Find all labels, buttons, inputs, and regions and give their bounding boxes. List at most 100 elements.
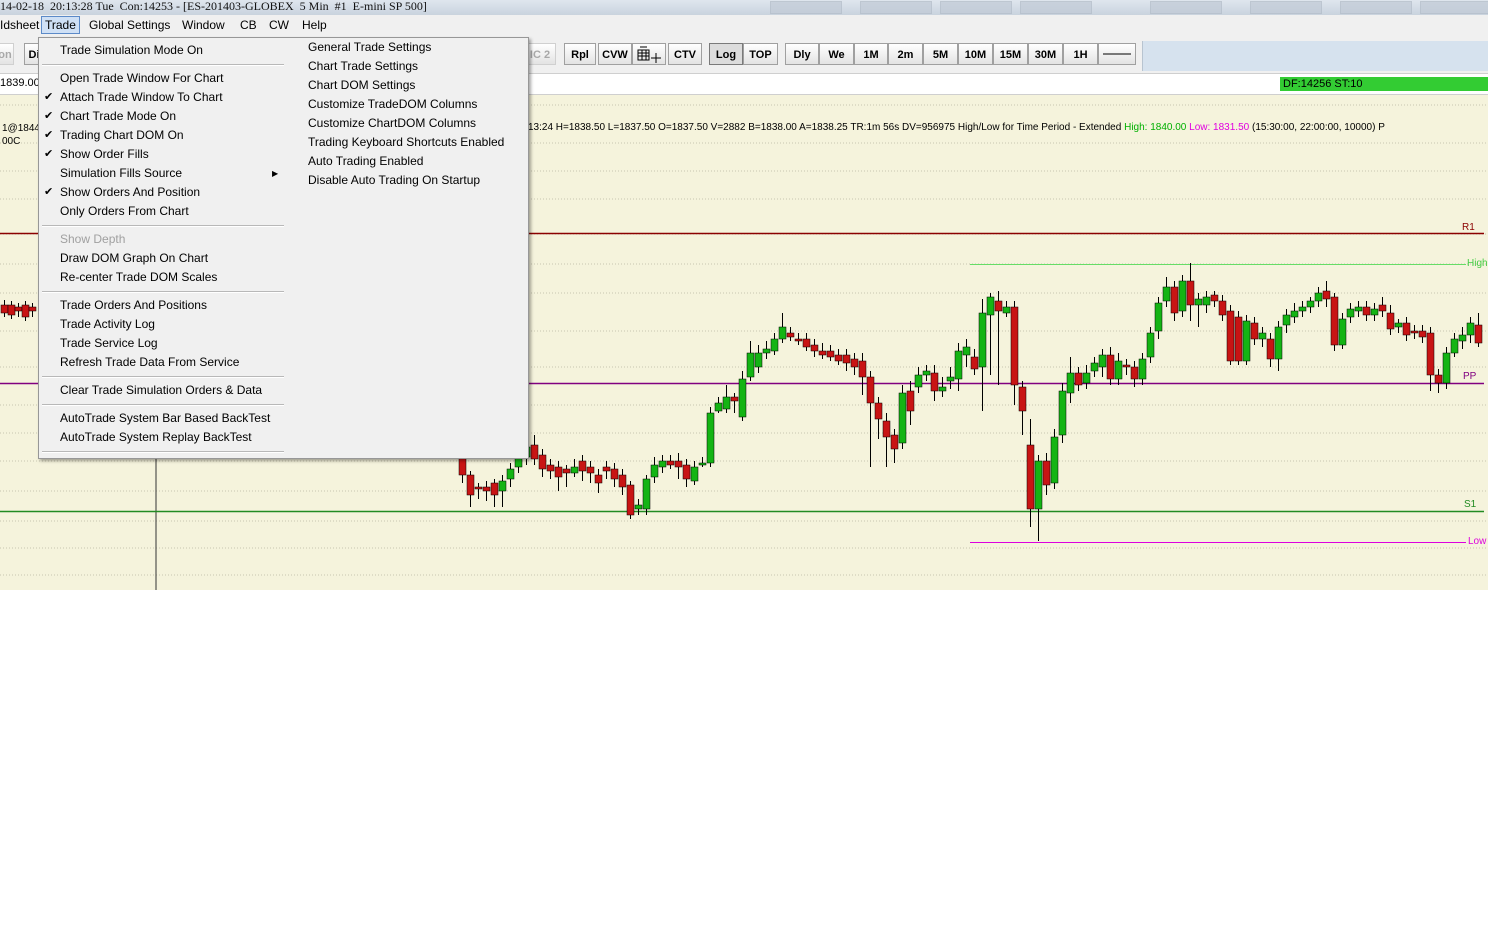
- candle-body: [978, 312, 987, 368]
- candle-body: [658, 460, 667, 468]
- menu-item-label: Chart Trade Settings: [308, 59, 419, 73]
- toolbar-button-dly[interactable]: Dly: [785, 43, 819, 65]
- menu-trade[interactable]: Trade: [41, 16, 80, 34]
- candle-body: [706, 412, 715, 464]
- menu-window[interactable]: Window: [178, 17, 229, 33]
- menu-item-autotrade-system-bar-based-backtest[interactable]: AutoTrade System Bar Based BackTest: [39, 409, 287, 428]
- taskbar-item: [1340, 1, 1412, 14]
- toolbar-button-on[interactable]: on: [0, 43, 14, 65]
- menu-item-clear-trade-simulation-orders-data[interactable]: Clear Trade Simulation Orders & Data: [39, 381, 287, 400]
- candle-body: [1418, 330, 1427, 338]
- toolbar-button-cvw[interactable]: CVW: [598, 43, 632, 65]
- menu-item-show-order-fills[interactable]: ✔ Show Order Fills: [39, 145, 287, 164]
- candle-body: [754, 352, 763, 368]
- candle-body: [28, 306, 37, 312]
- toolbar-button-1h[interactable]: 1H: [1063, 43, 1098, 65]
- menu-item-draw-dom-graph-on-chart[interactable]: Draw DOM Graph On Chart: [39, 249, 287, 268]
- menu-item-customize-chartdom-columns[interactable]: Customize ChartDOM Columns: [287, 114, 517, 133]
- candle-body: [7, 304, 16, 316]
- horizontal-line-tool-icon[interactable]: [1098, 43, 1136, 65]
- menu-item-chart-trade-mode-on[interactable]: ✔ Chart Trade Mode On: [39, 107, 287, 126]
- menu-item-simulation-fills-source[interactable]: Simulation Fills Source ▶: [39, 164, 287, 183]
- toolbar-button-top[interactable]: TOP: [743, 43, 778, 65]
- menu-item-label: Trade Activity Log: [60, 317, 155, 331]
- toolbar-button-15m[interactable]: 15M: [993, 43, 1028, 65]
- menu-cb[interactable]: CB: [236, 17, 261, 33]
- menu-item-autotrade-system-replay-backtest[interactable]: AutoTrade System Replay BackTest: [39, 428, 287, 447]
- menu-item-show-orders-and-position[interactable]: ✔ Show Orders And Position: [39, 183, 287, 202]
- candle-body: [1386, 312, 1395, 330]
- candle-body: [874, 402, 883, 420]
- menu-item-re-center-trade-dom-scales[interactable]: Re-center Trade DOM Scales: [39, 268, 287, 287]
- menu-separator: [42, 225, 284, 227]
- menu-global-settings[interactable]: Global Settings: [85, 17, 174, 33]
- menu-item-trade-activity-log[interactable]: Trade Activity Log: [39, 315, 287, 334]
- menu-item-trading-chart-dom-on[interactable]: ✔ Trading Chart DOM On: [39, 126, 287, 145]
- menu-help[interactable]: Help: [298, 17, 331, 33]
- candle-body: [1298, 306, 1307, 312]
- candle-body: [778, 326, 787, 340]
- candle-body: [930, 372, 939, 392]
- candle-body: [826, 350, 835, 358]
- info-high: High: 1840.00: [1124, 122, 1187, 133]
- menu-item-label: Clear Trade Simulation Orders & Data: [60, 383, 263, 397]
- toolbar-button-ctv[interactable]: CTV: [668, 43, 702, 65]
- toolbar-button-10m[interactable]: 10M: [958, 43, 993, 65]
- menu-item-open-trade-window-for-chart[interactable]: Open Trade Window For Chart: [39, 69, 287, 88]
- candle-body: [554, 466, 563, 478]
- menu-item-chart-trade-settings[interactable]: Chart Trade Settings: [287, 57, 517, 76]
- menu-idsheet[interactable]: Idsheet: [0, 17, 43, 33]
- candle-body: [642, 478, 651, 510]
- menu-item-refresh-trade-data-from-service[interactable]: Refresh Trade Data From Service: [39, 353, 287, 372]
- candle-body: [1402, 322, 1411, 336]
- candle-body: [570, 466, 579, 474]
- toolbar-button-30m[interactable]: 30M: [1028, 43, 1063, 65]
- candle-body: [810, 344, 819, 352]
- candle-body: [1074, 372, 1083, 386]
- candle-body: [602, 466, 611, 472]
- candle-body: [714, 402, 723, 412]
- candle-body: [1178, 280, 1187, 312]
- candle-body: [1170, 286, 1179, 314]
- menu-item-general-trade-settings[interactable]: General Trade Settings: [287, 38, 517, 57]
- menu-item-label: Trade Service Log: [60, 336, 158, 350]
- candle-body: [1202, 296, 1211, 306]
- candle-body: [618, 474, 627, 488]
- menu-item-label: Customize ChartDOM Columns: [308, 116, 477, 130]
- candle-body: [882, 420, 891, 438]
- candle-body: [994, 300, 1003, 312]
- checkmark-icon: ✔: [44, 91, 54, 103]
- candle-body: [546, 464, 555, 472]
- toolbar-button-log[interactable]: Log: [709, 43, 743, 65]
- candle-body: [1266, 338, 1275, 360]
- menu-cw[interactable]: CW: [265, 17, 293, 33]
- toolbar-button-5m[interactable]: 5M: [923, 43, 958, 65]
- menu-separator: [42, 64, 284, 66]
- menu-item-chart-dom-settings[interactable]: Chart DOM Settings: [287, 76, 517, 95]
- toolbar-button-1m[interactable]: 1M: [854, 43, 888, 65]
- menu-item-trade-service-log[interactable]: Trade Service Log: [39, 334, 287, 353]
- menu-separator: [42, 451, 284, 453]
- bar-info-line: 13:24 H=1838.50 L=1837.50 O=1837.50 V=28…: [528, 122, 1385, 133]
- candle-body: [1210, 294, 1219, 302]
- menu-item-trading-keyboard-shortcuts-enabled[interactable]: Trading Keyboard Shortcuts Enabled: [287, 133, 517, 152]
- menu-item-show-depth[interactable]: Show Depth: [39, 230, 287, 249]
- menu-item-label: Attach Trade Window To Chart: [60, 90, 223, 104]
- menu-item-attach-trade-window-to-chart[interactable]: ✔ Attach Trade Window To Chart: [39, 88, 287, 107]
- menu-item-only-orders-from-chart[interactable]: Only Orders From Chart: [39, 202, 287, 221]
- toolbar-button-rpl[interactable]: Rpl: [564, 43, 596, 65]
- menu-item-auto-trading-enabled[interactable]: Auto Trading Enabled: [287, 152, 517, 171]
- calendar-crosshair-icon[interactable]: [632, 43, 666, 65]
- candle-body: [786, 332, 795, 338]
- menu-item-disable-auto-trading-on-startup[interactable]: Disable Auto Trading On Startup: [287, 171, 517, 190]
- candle-body: [594, 474, 603, 484]
- taskbar-item: [940, 1, 1012, 14]
- menu-item-trade-simulation-mode-on[interactable]: Trade Simulation Mode On: [39, 41, 287, 60]
- toolbar-button-2m[interactable]: 2m: [888, 43, 923, 65]
- toolbar-button-we[interactable]: We: [819, 43, 854, 65]
- menu-item-trade-orders-and-positions[interactable]: Trade Orders And Positions: [39, 296, 287, 315]
- menu-item-customize-tradedom-columns[interactable]: Customize TradeDOM Columns: [287, 95, 517, 114]
- high-label: High: [1467, 258, 1488, 269]
- candle-body: [626, 484, 635, 516]
- checkmark-icon: ✔: [44, 129, 54, 141]
